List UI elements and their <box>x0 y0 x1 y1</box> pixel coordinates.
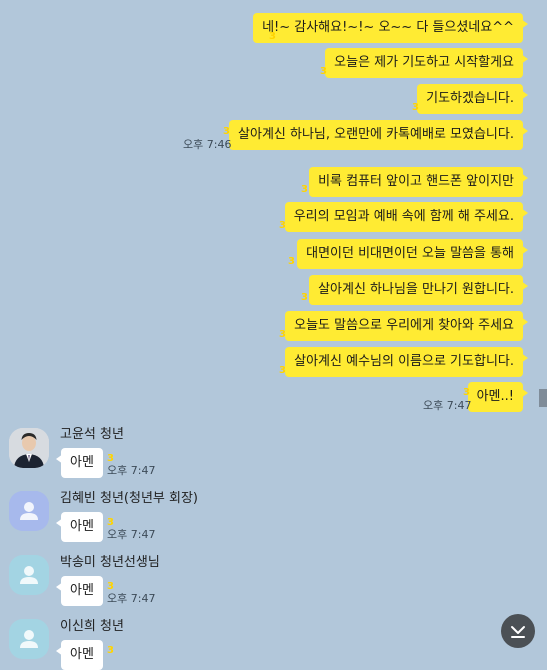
unread-count: 3 <box>279 329 286 340</box>
unread-count: 3 <box>223 126 230 137</box>
my-message-bubble[interactable]: 네!~ 감사해요!~!~ 오~~ 다 들으셨네요^^ <box>253 13 528 43</box>
my-message-bubble[interactable]: 오늘은 제가 기도하고 시작할게요 <box>325 48 528 78</box>
unread-count: 3 <box>288 256 295 267</box>
profile-avatar[interactable] <box>9 555 49 595</box>
message-time: 오후 7:46 <box>183 138 232 151</box>
my-message-bubble[interactable]: 기도하겠습니다. <box>417 84 528 114</box>
my-message-bubble[interactable]: 오늘도 말씀으로 우리에게 찾아와 주세요 <box>285 311 528 341</box>
unread-count: 3 <box>269 31 276 42</box>
my-message-bubble[interactable]: 아멘..! <box>467 382 529 412</box>
chat-room[interactable]: 네!~ 감사해요!~!~ 오~~ 다 들으셨네요^^ 3 오늘은 제가 기도하고… <box>0 0 547 670</box>
profile-avatar[interactable] <box>9 428 49 468</box>
unread-count: 3 <box>301 184 308 195</box>
sender-name: 박송미 청년선생님 <box>60 555 160 570</box>
default-profile-icon <box>9 555 49 595</box>
unread-count: 3 <box>412 102 419 113</box>
unread-count: 3 <box>279 220 286 231</box>
unread-count: 3 <box>107 517 114 528</box>
unread-count: 3 <box>107 581 114 592</box>
chevron-down-to-bottom-icon <box>511 626 525 638</box>
default-profile-icon <box>9 491 49 531</box>
unread-count: 3 <box>107 453 114 464</box>
other-message-bubble[interactable]: 아멘 <box>56 576 103 606</box>
other-message-bubble[interactable]: 아멘 <box>56 448 103 478</box>
message-time: 오후 7:47 <box>107 464 156 477</box>
message-time: 오후 7:47 <box>107 528 156 541</box>
person-photo-icon <box>9 428 49 468</box>
profile-avatar[interactable] <box>9 619 49 659</box>
sender-name: 김혜빈 청년(청년부 회장) <box>60 491 199 506</box>
my-message-bubble[interactable]: 대면이던 비대면이던 오늘 말씀을 통해 <box>297 239 528 269</box>
my-message-bubble[interactable]: 살아계신 하나님을 만나기 원합니다. <box>309 275 528 305</box>
my-message-bubble[interactable]: 우리의 모임과 예배 속에 함께 해 주세요. <box>284 202 529 232</box>
my-message-bubble[interactable]: 비록 컴퓨터 앞이고 핸드폰 앞이지만 <box>309 167 528 197</box>
unread-count: 3 <box>320 66 327 77</box>
my-message-bubble[interactable]: 살아계신 예수님의 이름으로 기도합니다. <box>285 347 528 377</box>
message-time: 오후 7:47 <box>423 399 472 412</box>
profile-avatar[interactable] <box>9 491 49 531</box>
unread-count: 3 <box>301 292 308 303</box>
other-message-bubble[interactable]: 아멘 <box>56 640 103 670</box>
sender-name: 이신희 청년 <box>60 619 124 634</box>
other-message-bubble[interactable]: 아멘 <box>56 512 103 542</box>
default-profile-icon <box>9 619 49 659</box>
my-message-bubble[interactable]: 살아계신 하나님, 오랜만에 카톡예배로 모였습니다. <box>229 120 528 150</box>
scroll-to-bottom-button[interactable] <box>501 614 535 648</box>
scrollbar-thumb[interactable] <box>539 389 547 407</box>
unread-count: 3 <box>279 365 286 376</box>
sender-name: 고윤석 청년 <box>60 427 124 442</box>
unread-count: 3 <box>463 387 470 398</box>
message-time: 오후 7:47 <box>107 592 156 605</box>
